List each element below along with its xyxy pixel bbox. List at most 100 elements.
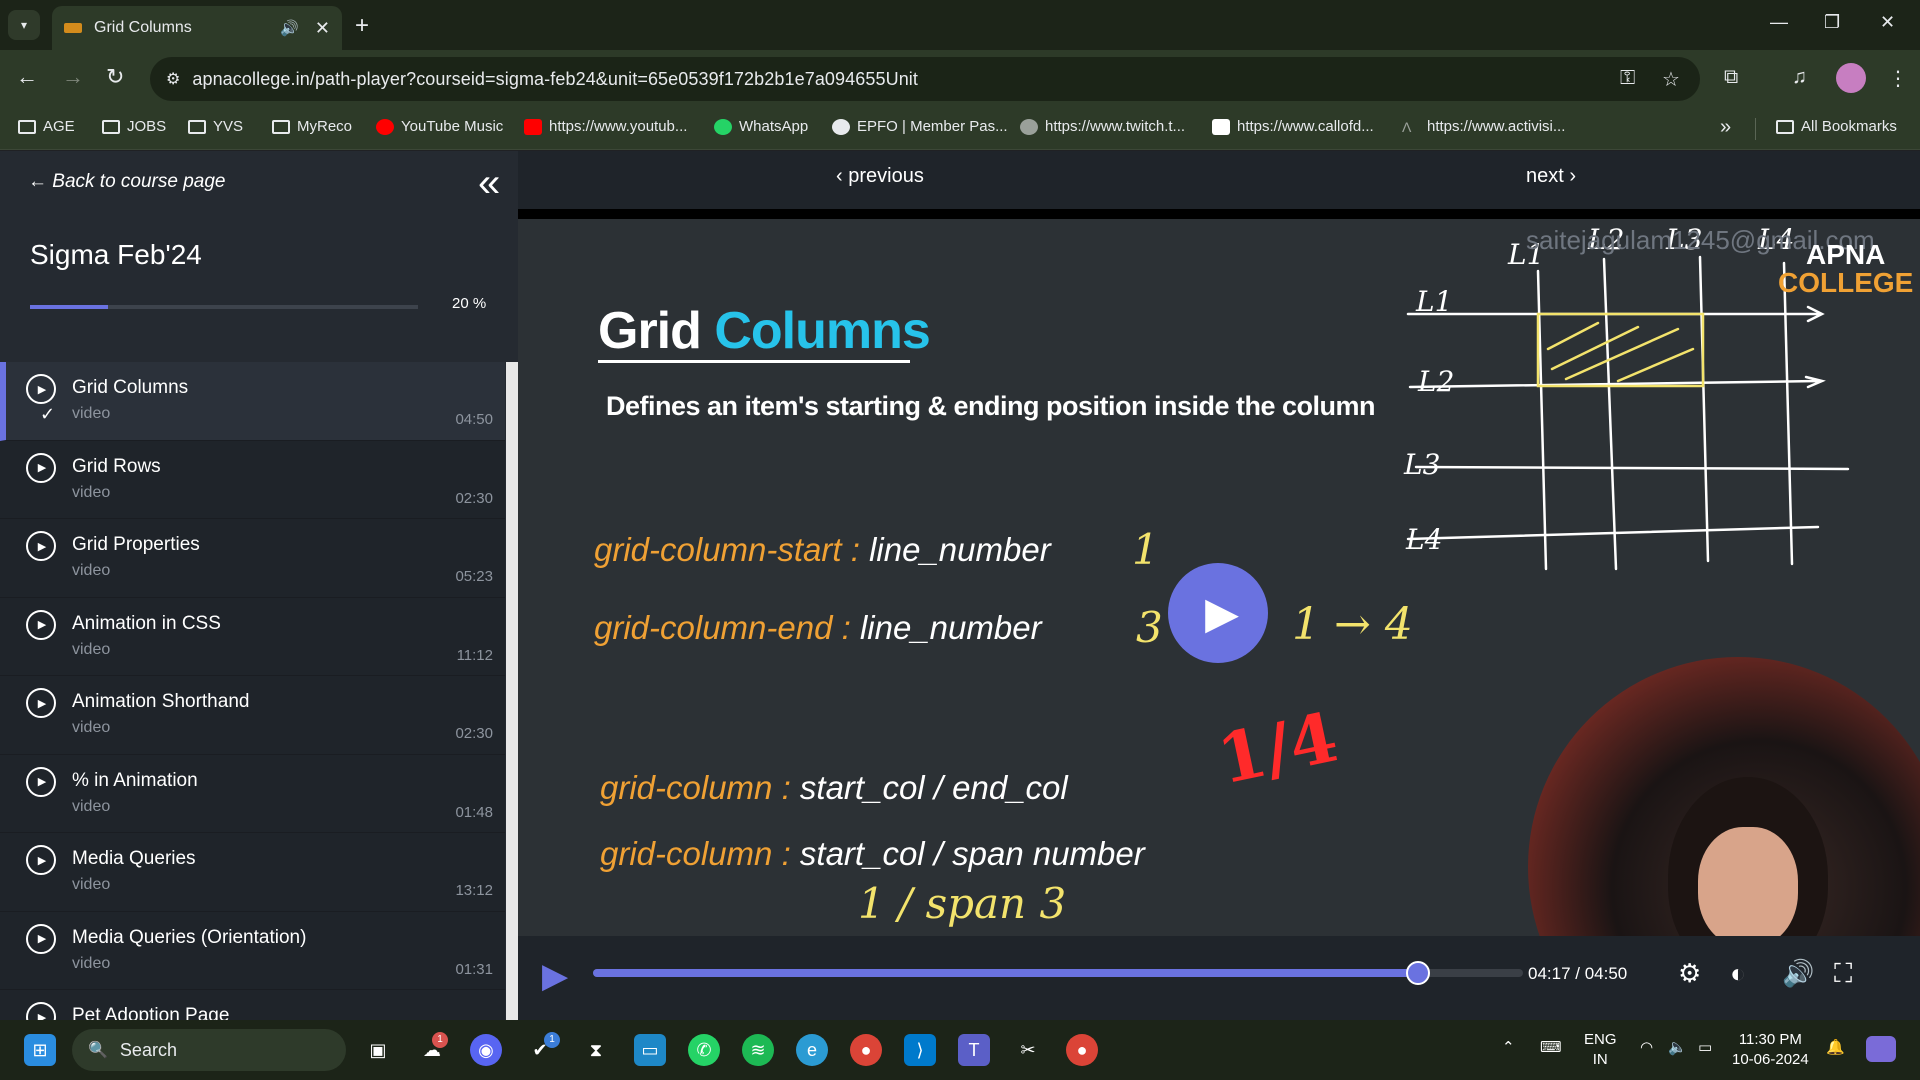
play-circle-icon: ▶ <box>26 609 56 640</box>
clock[interactable]: 11:30 PM 10-06-2024 <box>1732 1030 1809 1070</box>
password-key-icon[interactable]: ⚿ <box>1620 67 1635 90</box>
bookmark-youtube[interactable]: https://www.youtub... <box>524 118 687 135</box>
autoplay-toggle-icon[interactable]: ◐ <box>1730 958 1746 989</box>
spotify-icon[interactable]: ≋ <box>742 1034 774 1066</box>
close-window-icon[interactable]: ✕ <box>1880 12 1895 33</box>
lesson-duration: 02:30 <box>455 489 493 507</box>
lesson-item[interactable]: ▶ Media Queries video 13:12 <box>0 833 505 912</box>
volume-icon[interactable]: 🔊 <box>1782 958 1814 989</box>
title-bar: ▾ Grid Columns 🔊 ✕ + — ❐ ✕ <box>0 0 1920 50</box>
reload-icon[interactable]: ↻ <box>106 64 124 90</box>
lesson-item[interactable]: ▶ % in Animation video 01:48 <box>0 754 505 833</box>
bookmark-folder-jobs[interactable]: JOBS <box>102 118 166 135</box>
edge-browser-icon[interactable]: e <box>796 1034 828 1066</box>
taskbar-search[interactable]: 🔍 Search <box>72 1029 346 1071</box>
more-bookmarks-chevron-icon[interactable]: » <box>1720 116 1731 139</box>
teams-icon[interactable]: T <box>958 1034 990 1066</box>
copilot-icon[interactable] <box>1866 1036 1896 1062</box>
chrome-icon[interactable]: ● <box>850 1034 882 1066</box>
wifi-icon[interactable]: ◠ <box>1640 1038 1653 1058</box>
globe-icon <box>1020 118 1038 135</box>
lesson-type: video <box>72 719 111 736</box>
windows-start-icon[interactable]: ⊞ <box>24 1034 56 1066</box>
address-bar[interactable]: ⚙ apnacollege.in/path-player?courseid=si… <box>150 57 1700 101</box>
active-tab[interactable]: Grid Columns 🔊 ✕ <box>52 6 342 50</box>
lesson-item[interactable]: ▶ Grid Properties video 05:23 <box>0 519 505 598</box>
bookmark-star-icon[interactable]: ☆ <box>1662 67 1680 92</box>
site-info-icon[interactable]: ⚙ <box>166 69 180 89</box>
folder-icon <box>102 119 120 134</box>
show-hidden-icons-chevron-icon[interactable]: ⌃ <box>1502 1038 1515 1058</box>
snipping-tool-icon[interactable]: ✂ <box>1012 1034 1044 1066</box>
bookmark-twitch[interactable]: https://www.twitch.t... <box>1020 118 1185 135</box>
all-bookmarks-button[interactable]: All Bookmarks <box>1776 118 1897 135</box>
seek-handle[interactable] <box>1405 961 1430 985</box>
next-lesson-link[interactable]: next › <box>1526 165 1576 188</box>
restore-icon[interactable]: ❐ <box>1824 12 1840 33</box>
row-label-4: L4 <box>1405 523 1442 556</box>
folder-icon <box>1776 119 1794 134</box>
lesson-duration: 01:31 <box>455 960 493 978</box>
extensions-icon[interactable]: ⧉ <box>1724 66 1738 89</box>
menu-kebab-icon[interactable]: ⋮ <box>1888 66 1908 91</box>
video-app-icon[interactable]: ◉ <box>470 1034 502 1066</box>
bookmark-folder-yvs[interactable]: YVS <box>188 118 243 135</box>
video-controls: ▶ 04:17 / 04:50 ⚙ ◐ 🔊 ⛶ <box>518 936 1920 1020</box>
lesson-item[interactable]: ▶ Animation in CSS video 11:12 <box>0 597 505 676</box>
center-play-button[interactable]: ▶ <box>1168 563 1268 663</box>
notification-bell-icon[interactable]: 🔔 <box>1826 1038 1845 1058</box>
lesson-item[interactable]: ▶ Animation Shorthand video 02:30 <box>0 676 505 755</box>
lesson-duration: 11:12 <box>456 646 493 664</box>
play-icon[interactable]: ▶ <box>542 956 568 996</box>
lesson-item[interactable]: ▶ Media Queries (Orientation) video 01:31 <box>0 911 505 990</box>
vscode-icon[interactable]: ⟩ <box>904 1034 936 1066</box>
bookmark-callofduty[interactable]: https://www.callofd... <box>1212 118 1374 135</box>
fullscreen-icon[interactable]: ⛶ <box>1834 958 1852 990</box>
task-view-icon[interactable]: ▣ <box>362 1034 394 1066</box>
bookmark-folder-myreco[interactable]: MyReco <box>272 118 352 135</box>
sidebar-scrollbar[interactable] <box>506 362 518 1020</box>
back-to-course-link[interactable]: ← Back to course page <box>28 171 226 193</box>
minimize-icon[interactable]: — <box>1770 12 1788 33</box>
whatsapp-icon[interactable]: ✆ <box>688 1034 720 1066</box>
bookmark-activision[interactable]: Λhttps://www.activisi... <box>1402 118 1565 135</box>
speaker-icon[interactable]: 🔊 <box>280 19 299 37</box>
lesson-item[interactable]: ▶ Grid Rows video 02:30 <box>0 440 505 519</box>
lesson-item[interactable]: ▶ ✓ Grid Columns video 04:50 <box>0 362 505 441</box>
apna-college-favicon-icon <box>64 23 82 33</box>
close-tab-icon[interactable]: ✕ <box>315 18 330 39</box>
play-circle-icon: ▶ <box>26 845 56 875</box>
language-indicator[interactable]: ENG IN <box>1584 1030 1617 1070</box>
hourglass-icon[interactable]: ⧗ <box>580 1034 612 1066</box>
chrome-profile-icon[interactable]: ● <box>1066 1034 1098 1066</box>
seek-bar[interactable] <box>593 961 1523 985</box>
tab-title: Grid Columns <box>94 19 192 36</box>
browser-toolbar: ← → ↻ ⚙ apnacollege.in/path-player?cours… <box>0 50 1920 108</box>
settings-gear-icon[interactable]: ⚙ <box>1678 958 1701 989</box>
new-tab-button[interactable]: + <box>355 12 369 40</box>
volume-tray-icon[interactable]: 🔈 <box>1668 1038 1687 1058</box>
bookmark-whatsapp[interactable]: WhatsApp <box>714 118 808 135</box>
desktop-app-icon[interactable]: ▭ <box>634 1034 666 1066</box>
lesson-item[interactable]: ▶ Pet Adoption Page <box>0 990 505 1020</box>
lesson-type: video <box>72 797 111 815</box>
bookmark-folder-age[interactable]: AGE <box>18 118 75 135</box>
lesson-type: video <box>72 405 111 422</box>
url-text[interactable]: apnacollege.in/path-player?courseid=sigm… <box>192 69 918 90</box>
profile-avatar[interactable] <box>1836 63 1866 93</box>
battery-icon[interactable]: ▭ <box>1698 1038 1712 1058</box>
lesson-title: Grid Columns <box>72 377 189 398</box>
forward-arrow-icon[interactable]: → <box>62 64 84 90</box>
media-control-icon[interactable]: ♫ <box>1792 66 1807 89</box>
previous-lesson-link[interactable]: ‹ previous <box>836 165 924 188</box>
lesson-title: Media Queries <box>72 848 196 869</box>
tab-search-button[interactable]: ▾ <box>8 10 40 40</box>
lesson-duration: 04:50 <box>455 411 493 428</box>
bookmark-epfo[interactable]: EPFO | Member Pas... <box>832 118 1008 135</box>
code-line-column-end: grid-column-end : line_number <box>594 609 1042 646</box>
keyboard-icon[interactable]: ⌨ <box>1540 1038 1562 1058</box>
back-arrow-icon[interactable]: ← <box>16 64 38 90</box>
video-frame[interactable]: Grid Columns Defines an item's starting … <box>518 219 1920 936</box>
collapse-sidebar-icon[interactable]: « <box>478 161 500 206</box>
bookmark-youtube-music[interactable]: YouTube Music <box>376 118 503 135</box>
